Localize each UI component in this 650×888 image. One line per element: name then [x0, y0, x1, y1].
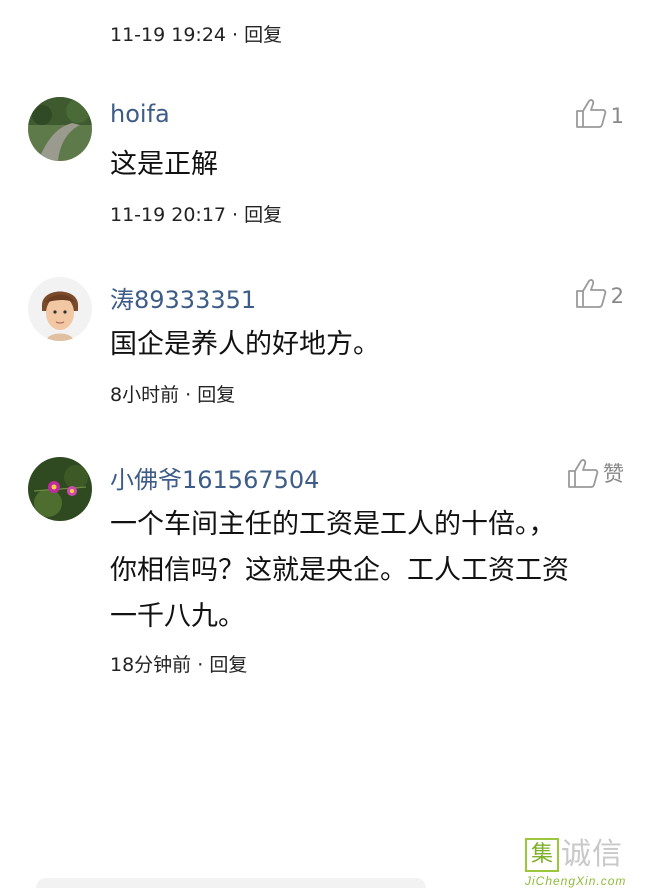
comment-meta: 11-19 20:17 · 回复 [110, 200, 282, 227]
comment-meta: 18分钟前 · 回复 [110, 650, 247, 677]
reply-button[interactable]: 回复 [209, 654, 247, 676]
like-count: 2 [610, 284, 624, 308]
thumbs-up-icon [575, 99, 606, 128]
meta-separator: · [179, 384, 198, 406]
comment-time: 11-19 20:17 [110, 204, 227, 226]
comment-input-bar[interactable] [36, 878, 426, 888]
meta-separator: · [226, 24, 245, 46]
like-count: 1 [610, 104, 624, 128]
watermark-url: JiChengXin.com [525, 874, 627, 888]
reply-button[interactable]: 回复 [197, 384, 235, 406]
watermark-chars: 诚信 [561, 837, 623, 872]
comment-time: 11-19 19:24 [110, 24, 227, 46]
watermark-logo: 集 诚信 JiChengXin.com [525, 837, 640, 888]
comment-meta: 11-19 19:24 · 回复 [110, 20, 282, 47]
comment-meta: 8小时前 · 回复 [110, 380, 235, 407]
username[interactable]: 涛89333351 [110, 280, 256, 315]
comment-line: 你相信吗？这就是央企。工人工资工资 [110, 555, 569, 586]
reply-button[interactable]: 回复 [244, 24, 282, 46]
avatar[interactable] [28, 97, 92, 161]
username[interactable]: 小佛爷161567504 [110, 460, 319, 495]
reply-button[interactable]: 回复 [244, 204, 282, 226]
comment-content: 一个车间主任的工资是工人的十倍。， 你相信吗？这就是央企。工人工资工资 一千八九… [110, 502, 610, 640]
comment-content: 这是正解 [110, 149, 218, 180]
comment-feed: 11-19 19:24 · 回复 hoifa 1 这是正解 11-19 20:1… [0, 0, 650, 888]
thumbs-up-icon [575, 279, 606, 308]
comment-content: 国企是养人的好地方。 [110, 329, 380, 360]
like-button[interactable]: 2 [575, 278, 624, 308]
like-button[interactable]: 1 [575, 98, 624, 128]
comment-time: 8小时前 [110, 384, 180, 406]
like-button[interactable]: 赞 [567, 458, 624, 488]
thumbs-up-icon [568, 459, 599, 488]
like-label: 赞 [603, 462, 624, 486]
username[interactable]: hoifa [110, 100, 170, 128]
meta-separator: · [226, 204, 245, 226]
meta-separator: · [191, 654, 210, 676]
avatar[interactable] [28, 457, 92, 521]
watermark-box-char: 集 [525, 838, 559, 872]
avatar[interactable] [28, 277, 92, 341]
comment-line: 一个车间主任的工资是工人的十倍。， [110, 509, 556, 540]
comment-time: 18分钟前 [110, 654, 192, 676]
comment-line: 一千八九。 [110, 601, 245, 632]
